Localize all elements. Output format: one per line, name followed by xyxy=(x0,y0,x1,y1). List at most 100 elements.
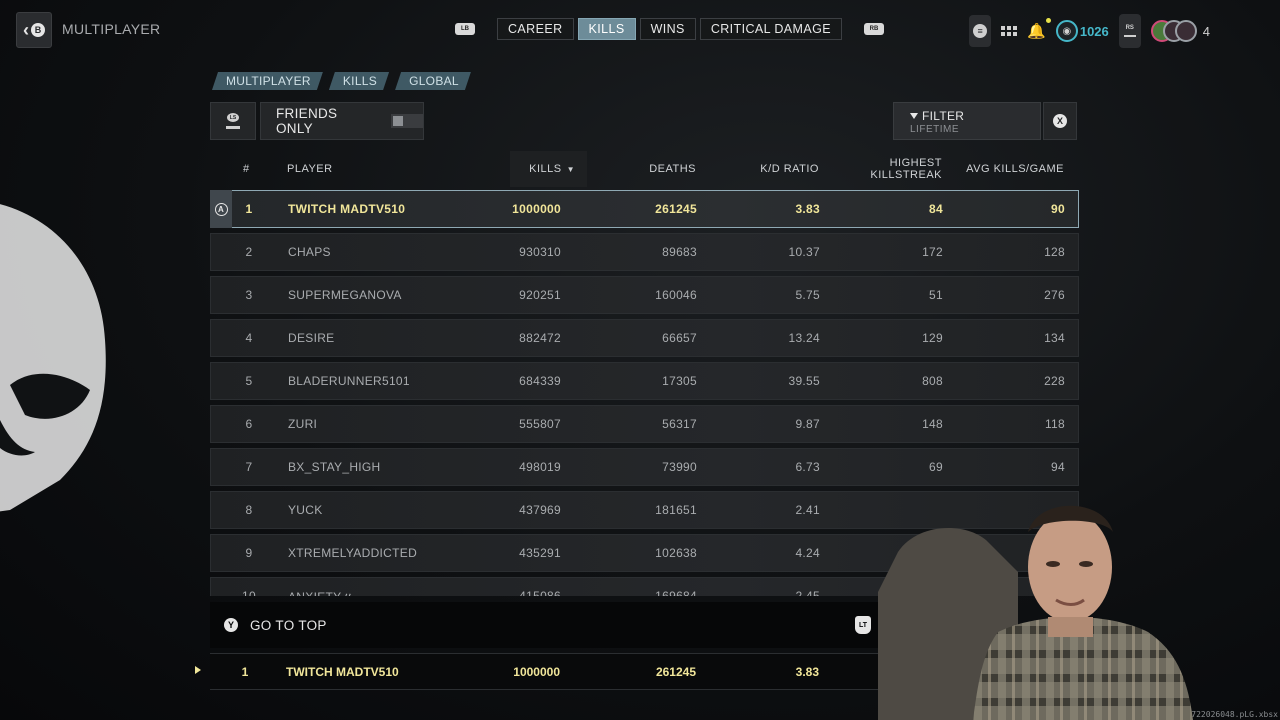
x-button-icon: X xyxy=(1053,114,1067,128)
row-kills: 882472 xyxy=(519,331,561,345)
table-row[interactable]: 6 ZURI 555807 56317 9.87 148 118 xyxy=(210,405,1079,443)
col-killstreak[interactable]: HIGHEST KILLSTREAK xyxy=(850,151,942,187)
friends-only-label: FRIENDS ONLY xyxy=(276,106,338,136)
row-deaths: 169684 xyxy=(655,589,697,596)
row-rank: 2 xyxy=(245,245,253,259)
rs-button[interactable]: RS xyxy=(1118,14,1141,48)
tab-wins[interactable]: WINS xyxy=(639,18,696,40)
back-button[interactable]: ‹ B xyxy=(16,12,52,48)
my-player: TWITCH MADTV510 xyxy=(286,664,399,679)
row-kd: 6.73 xyxy=(795,460,820,474)
col-rank: # xyxy=(243,163,250,175)
row-kd: 4.24 xyxy=(795,546,820,560)
filter-icon xyxy=(910,113,918,119)
tab-bar: LB CAREER KILLS WINS CRITICAL DAMAGE RB xyxy=(455,18,884,40)
go-to-top-button[interactable]: Y GO TO TOP xyxy=(210,602,890,648)
filter-button[interactable]: FILTER LIFETIME xyxy=(893,102,1041,140)
rs-bar-icon xyxy=(1123,35,1136,37)
friends-only-toggle[interactable]: FRIENDS ONLY xyxy=(260,102,424,140)
lb-bumper-icon[interactable]: LB xyxy=(455,23,475,35)
tab-kills[interactable]: KILLS xyxy=(577,18,636,40)
toggle-switch[interactable] xyxy=(391,114,423,128)
row-avg: 134 xyxy=(1044,331,1065,345)
row-kills: 684339 xyxy=(519,374,561,388)
table-row[interactable]: A 1 TWITCH MADTV510 1000000 261245 3.83 … xyxy=(210,190,1079,228)
row-rank: 4 xyxy=(245,331,253,345)
row-kills: 415086 xyxy=(519,589,561,596)
menu-button[interactable]: ≡ xyxy=(969,15,992,47)
row-killstreak: 148 xyxy=(922,417,943,431)
row-deaths: 73990 xyxy=(662,460,697,474)
row-avg: 276 xyxy=(1044,288,1065,302)
row-killstreak: 51 xyxy=(929,288,943,302)
col-kd[interactable]: K/D RATIO xyxy=(749,151,819,187)
webcam-overlay xyxy=(878,505,1193,720)
row-avg: 228 xyxy=(1044,374,1065,388)
row-kd: 2.41 xyxy=(795,503,820,517)
row-player: YUCK xyxy=(288,503,323,517)
row-avg: 90 xyxy=(1051,202,1065,216)
page-title: MULTIPLAYER xyxy=(62,21,161,37)
col-kills-label: KILLS xyxy=(529,163,562,175)
table-header: # PLAYER KILLS ▼ DEATHS K/D RATIO HIGHES… xyxy=(210,151,1079,187)
row-kd: 10.37 xyxy=(788,245,820,259)
breadcrumb-multiplayer[interactable]: MULTIPLAYER xyxy=(212,72,323,90)
row-deaths: 102638 xyxy=(655,546,697,560)
col-deaths[interactable]: DEATHS xyxy=(626,151,696,187)
row-avg: 118 xyxy=(1044,417,1065,431)
y-button-icon: Y xyxy=(224,618,238,632)
row-deaths: 17305 xyxy=(662,374,697,388)
row-rank: 7 xyxy=(245,460,253,474)
tab-critical-damage[interactable]: CRITICAL DAMAGE xyxy=(699,18,842,40)
row-deaths: 66657 xyxy=(662,331,697,345)
row-kills: 435291 xyxy=(519,546,561,560)
top-right-toolbar: ≡ 🔔 ◉ 1026 RS 4 xyxy=(969,14,1210,48)
table-row[interactable]: 7 BX_STAY_HIGH 498019 73990 6.73 69 94 xyxy=(210,448,1079,486)
lt-trigger-icon[interactable]: LT xyxy=(855,616,871,634)
row-kills: 555807 xyxy=(519,417,561,431)
col-player[interactable]: PLAYER xyxy=(287,151,333,187)
breadcrumb-global[interactable]: GLOBAL xyxy=(395,72,471,90)
filter-label: FILTER xyxy=(922,109,965,123)
row-rank: 1 xyxy=(245,202,253,216)
row-player: CHAPS xyxy=(288,245,331,259)
b-button-icon: B xyxy=(31,23,45,37)
breadcrumb-kills[interactable]: KILLS xyxy=(329,72,389,90)
clear-filter-button[interactable]: X xyxy=(1043,102,1077,140)
ls-button[interactable]: LS xyxy=(210,102,256,140)
table-row[interactable]: 4 DESIRE 882472 66657 13.24 129 134 xyxy=(210,319,1079,357)
row-rank: 8 xyxy=(245,503,253,517)
row-deaths: 261245 xyxy=(655,202,697,216)
cod-points[interactable]: ◉ 1026 xyxy=(1055,20,1109,42)
table-row[interactable]: 2 CHAPS 930310 89683 10.37 172 128 xyxy=(210,233,1079,271)
grid-icon[interactable] xyxy=(1001,26,1018,36)
col-kills[interactable]: KILLS ▼ xyxy=(510,151,587,187)
table-row[interactable]: 3 SUPERMEGANOVA 920251 160046 5.75 51 27… xyxy=(210,276,1079,314)
my-rank: 1 xyxy=(241,664,249,679)
go-to-top-label: GO TO TOP xyxy=(250,617,327,633)
row-deaths: 89683 xyxy=(662,245,697,259)
row-kd: 2.45 xyxy=(795,589,820,596)
tab-career[interactable]: CAREER xyxy=(497,18,574,40)
rs-label: RS xyxy=(1125,25,1134,31)
chevron-left-icon: ‹ xyxy=(23,20,29,40)
col-killstreak-line2: KILLSTREAK xyxy=(870,169,942,181)
row-deaths: 181651 xyxy=(655,503,697,517)
my-kd: 3.83 xyxy=(795,664,819,679)
row-kills: 920251 xyxy=(519,288,561,302)
row-rank: 3 xyxy=(245,288,253,302)
party-count: 4 xyxy=(1202,23,1210,39)
my-rank-row[interactable]: 1 TWITCH MADTV510 1000000 261245 3.83 xyxy=(210,653,890,690)
row-deaths: 56317 xyxy=(662,417,697,431)
party-emblems[interactable]: 4 xyxy=(1150,20,1210,42)
breadcrumb: MULTIPLAYER KILLS GLOBAL xyxy=(212,72,471,90)
row-kills: 498019 xyxy=(519,460,561,474)
bell-icon[interactable]: 🔔 xyxy=(1027,18,1051,40)
col-avg[interactable]: AVG KILLS/GAME xyxy=(964,151,1064,187)
row-killstreak: 808 xyxy=(922,374,943,388)
left-stick-icon: LS xyxy=(226,113,240,129)
row-avg: 128 xyxy=(1044,245,1065,259)
table-row[interactable]: 5 BLADERUNNER5101 684339 17305 39.55 808… xyxy=(210,362,1079,400)
rb-bumper-icon[interactable]: RB xyxy=(863,23,884,35)
row-player: DESIRE xyxy=(288,331,335,345)
